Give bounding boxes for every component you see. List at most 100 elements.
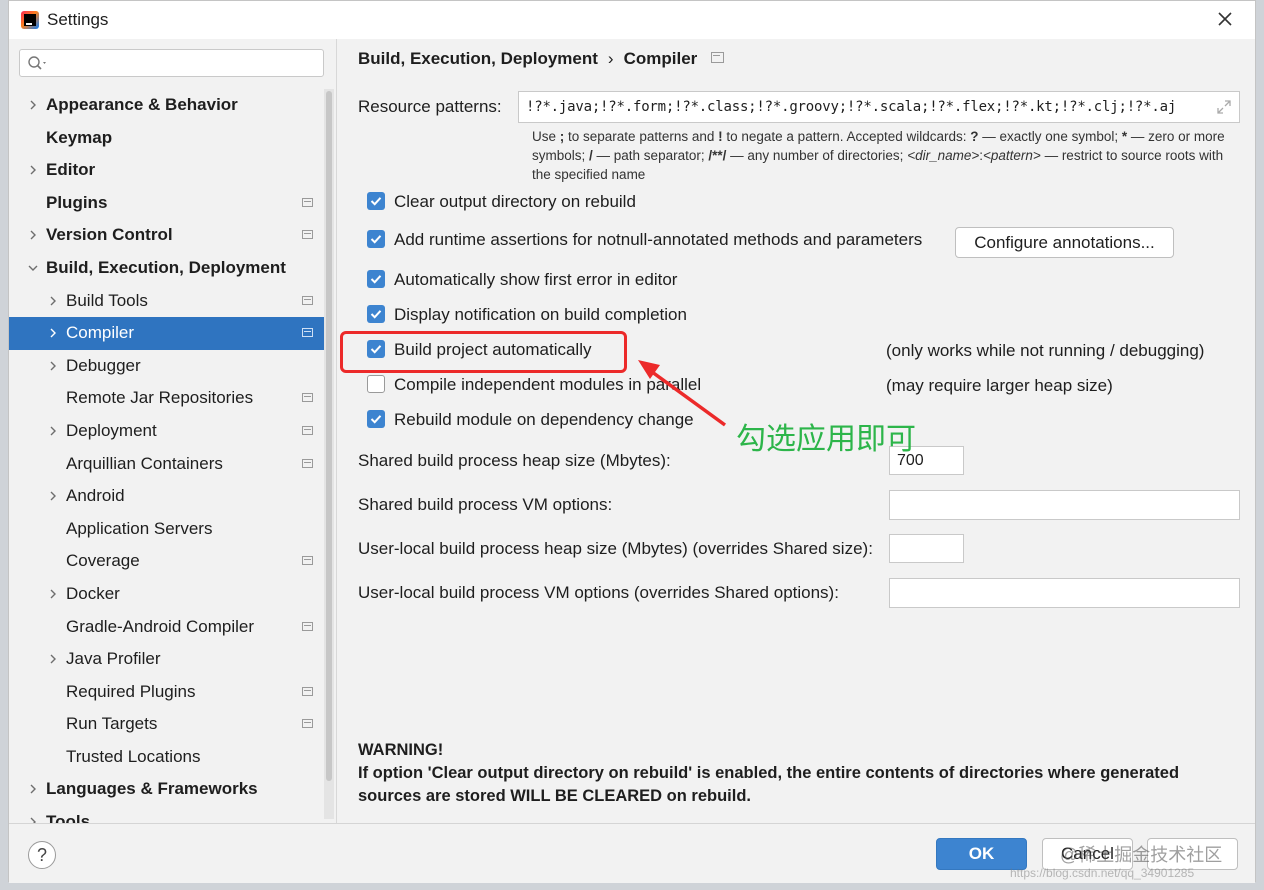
sidebar-item-trusted-locations[interactable]: Trusted Locations [9, 741, 324, 774]
shared-vm-options-input[interactable] [889, 490, 1240, 520]
sidebar-item-coverage[interactable]: Coverage [9, 545, 324, 578]
project-scope-icon [302, 197, 313, 207]
rebuild-on-dependency-checkbox[interactable] [367, 410, 385, 428]
project-scope-icon [302, 230, 313, 240]
sidebar-item-application-servers[interactable]: Application Servers [9, 513, 324, 546]
breadcrumb-parent[interactable]: Build, Execution, Deployment [358, 49, 598, 68]
sidebar-item-languages-frameworks[interactable]: Languages & Frameworks [9, 773, 324, 806]
sidebar-item-label: Editor [46, 160, 96, 180]
sidebar-item-label: Version Control [46, 225, 173, 245]
sidebar-item-label: Trusted Locations [66, 746, 201, 766]
help-button[interactable]: ? [28, 841, 56, 869]
project-scope-icon [302, 686, 313, 696]
resource-patterns-hint: Use ; to separate patterns and ! to nega… [532, 129, 1225, 182]
local-vm-options-input[interactable] [889, 578, 1240, 608]
chevron-right-icon[interactable] [47, 295, 59, 307]
chevron-right-icon[interactable] [47, 490, 59, 502]
sidebar-item-label: Build Tools [66, 290, 148, 310]
chevron-right-icon[interactable] [47, 653, 59, 665]
resource-patterns-input[interactable]: !?*.java;!?*.form;!?*.class;!?*.groovy;!… [518, 91, 1240, 123]
watermark-url: https://blog.csdn.net/qq_34901285 [1010, 866, 1195, 880]
chevron-right-icon[interactable] [47, 327, 59, 339]
close-button[interactable] [1213, 7, 1237, 31]
sidebar-item-label: Android [66, 486, 125, 506]
sidebar-item-gradle-android-compiler[interactable]: Gradle-Android Compiler [9, 611, 324, 644]
sidebar-item-label: Deployment [66, 420, 157, 440]
sidebar-item-label: Required Plugins [66, 681, 196, 701]
chevron-right-icon[interactable] [27, 816, 39, 823]
sidebar-item-docker[interactable]: Docker [9, 578, 324, 611]
sidebar-item-label: Debugger [66, 355, 141, 375]
sidebar-item-run-targets[interactable]: Run Targets [9, 708, 324, 741]
sidebar-item-keymap[interactable]: Keymap [9, 122, 324, 155]
sidebar-item-label: Plugins [46, 192, 108, 212]
sidebar-item-label: Gradle-Android Compiler [66, 616, 255, 636]
show-first-error-checkbox[interactable] [367, 270, 385, 288]
clear-output-dir-checkbox[interactable] [367, 192, 385, 210]
clear-output-dir-label: Clear output directory on rebuild [394, 192, 636, 211]
expand-icon[interactable] [1217, 100, 1231, 114]
compile-parallel-checkbox[interactable] [367, 375, 385, 393]
sidebar-item-tools[interactable]: Tools [9, 806, 324, 823]
settings-window: Settings Appearance & Behavior Keymap Edit… [8, 0, 1256, 883]
sidebar-item-plugins[interactable]: Plugins [9, 187, 324, 220]
sidebar-item-label: Application Servers [66, 518, 213, 538]
build-notification-label: Display notification on build completion [394, 305, 687, 324]
chevron-right-icon[interactable] [47, 425, 59, 437]
sidebar-item-label: Languages & Frameworks [46, 779, 258, 799]
sidebar-item-deployment[interactable]: Deployment [9, 415, 324, 448]
highlight-box [340, 331, 627, 373]
sidebar-item-version-control[interactable]: Version Control [9, 219, 324, 252]
project-scope-icon [302, 719, 313, 729]
configure-annotations-button[interactable]: Configure annotations... [955, 227, 1174, 258]
local-heap-input[interactable] [889, 534, 964, 563]
build-notification-checkbox[interactable] [367, 305, 385, 323]
chevron-right-icon[interactable] [27, 164, 39, 176]
runtime-assertions-checkbox[interactable] [367, 230, 385, 248]
project-scope-icon [302, 295, 313, 305]
build-auto-note: (only works while not running / debuggin… [886, 341, 1205, 360]
breadcrumb: Build, Execution, Deployment › Compiler [358, 49, 725, 69]
watermark: @稀土掘金技术社区 [1060, 845, 1223, 865]
resource-patterns-label: Resource patterns: [358, 97, 502, 116]
sidebar-item-label: Docker [66, 583, 120, 603]
sidebar-item-editor[interactable]: Editor [9, 154, 324, 187]
breadcrumb-current: Compiler [623, 49, 698, 68]
local-heap-label: User-local build process heap size (Mbyt… [358, 539, 873, 558]
sidebar-item-arquillian-containers[interactable]: Arquillian Containers [9, 448, 324, 481]
sidebar-item-java-profiler[interactable]: Java Profiler [9, 643, 324, 676]
checkmark-icon [370, 197, 382, 206]
sidebar-item-required-plugins[interactable]: Required Plugins [9, 676, 324, 709]
search-input[interactable] [19, 49, 324, 77]
settings-sidebar: Appearance & Behavior Keymap Editor Plugins… [9, 39, 337, 823]
chevron-right-icon[interactable] [27, 229, 39, 241]
chevron-right-icon[interactable] [27, 99, 39, 111]
chevron-right-icon[interactable] [27, 783, 39, 795]
sidebar-item-label: Arquillian Containers [66, 453, 223, 473]
sidebar-scrollbar[interactable] [324, 89, 334, 819]
sidebar-item-compiler[interactable]: Compiler [9, 317, 324, 350]
chevron-right-icon[interactable] [47, 360, 59, 372]
sidebar-item-appearance-behavior[interactable]: Appearance & Behavior [9, 89, 324, 122]
shared-vm-options-label: Shared build process VM options: [358, 495, 613, 514]
sidebar-item-label: Coverage [66, 551, 140, 571]
sidebar-item-build-tools[interactable]: Build Tools [9, 285, 324, 318]
checkmark-icon [370, 275, 382, 284]
annotation-text: 勾选应用即可 [736, 422, 916, 457]
chevron-down-icon[interactable] [27, 262, 39, 274]
local-vm-options-label: User-local build process VM options (ove… [358, 583, 839, 602]
chevron-right-icon[interactable] [47, 588, 59, 600]
sidebar-item-debugger[interactable]: Debugger [9, 350, 324, 383]
warning-text: If option 'Clear output directory on reb… [358, 764, 1180, 805]
sidebar-item-label: Java Profiler [66, 649, 161, 669]
project-scope-icon [302, 425, 313, 435]
sidebar-item-android[interactable]: Android [9, 480, 324, 513]
sidebar-item-remote-jar-repositories[interactable]: Remote Jar Repositories [9, 382, 324, 415]
shared-heap-label: Shared build process heap size (Mbytes): [358, 451, 671, 470]
sidebar-item-build-execution-deployment[interactable]: Build, Execution, Deployment [9, 252, 324, 285]
project-scope-icon [302, 458, 313, 468]
project-scope-icon [711, 52, 725, 63]
checkmark-icon [370, 310, 382, 319]
scrollbar-thumb[interactable] [326, 91, 332, 781]
resource-patterns-value: !?*.java;!?*.form;!?*.class;!?*.groovy;!… [526, 99, 1177, 115]
